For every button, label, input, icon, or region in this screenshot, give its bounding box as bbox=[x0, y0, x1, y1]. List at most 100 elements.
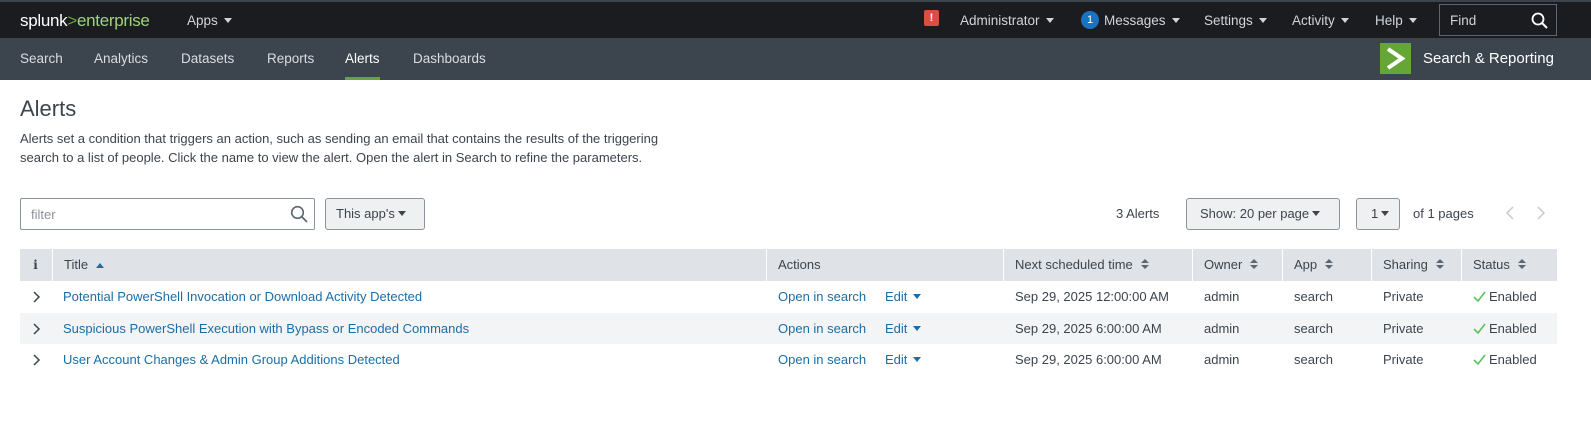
sharing-value: Private bbox=[1383, 352, 1424, 367]
messages-count-badge: 1 bbox=[1081, 11, 1099, 29]
next-time-column-header[interactable]: Next scheduled time bbox=[1003, 249, 1192, 281]
search-icon[interactable] bbox=[1531, 12, 1548, 34]
chevron-right-icon[interactable] bbox=[29, 353, 43, 367]
alert-title-link[interactable]: User Account Changes & Admin Group Addit… bbox=[63, 344, 400, 375]
title-column-label: Title bbox=[64, 257, 89, 272]
app-column-label: App bbox=[1294, 257, 1318, 272]
sharing-column-label: Sharing bbox=[1383, 257, 1428, 272]
caret-down-icon bbox=[1258, 17, 1267, 23]
next-scheduled-time: Sep 29, 2025 12:00:00 AM bbox=[1015, 289, 1169, 304]
page-select-value: 1 bbox=[1371, 206, 1379, 221]
page-count-label: of 1 pages bbox=[1413, 206, 1474, 221]
open-in-search-link[interactable]: Open in search bbox=[778, 313, 866, 344]
next-scheduled-time: Sep 29, 2025 6:00:00 AM bbox=[1015, 321, 1162, 336]
tab-reports[interactable]: Reports bbox=[267, 38, 314, 80]
alert-badge-icon[interactable]: ! bbox=[924, 10, 939, 26]
title-column-header[interactable]: Title bbox=[52, 249, 766, 281]
tab-alerts[interactable]: Alerts bbox=[345, 38, 380, 80]
tab-datasets[interactable]: Datasets bbox=[181, 38, 234, 80]
alert-title-link[interactable]: Potential PowerShell Invocation or Downl… bbox=[63, 281, 422, 312]
page-description-line: search to a list of people. Click the na… bbox=[20, 150, 643, 165]
app-filter-dropdown[interactable]: This app's bbox=[325, 198, 425, 230]
edit-dropdown[interactable]: Edit bbox=[885, 344, 922, 375]
caret-down-icon bbox=[1171, 17, 1180, 23]
table-row: Suspicious PowerShell Execution with Byp… bbox=[20, 313, 1557, 344]
activity-menu[interactable]: Activity bbox=[1292, 2, 1349, 38]
app-value: search bbox=[1294, 289, 1334, 304]
splunk-logo[interactable]: splunk>enterprise bbox=[20, 11, 150, 31]
app-logo-icon[interactable] bbox=[1380, 43, 1411, 74]
edit-dropdown[interactable]: Edit bbox=[885, 281, 922, 312]
per-page-label: Show: 20 per page bbox=[1200, 206, 1310, 221]
open-in-search-link[interactable]: Open in search bbox=[778, 344, 866, 375]
settings-menu[interactable]: Settings bbox=[1204, 2, 1267, 38]
status-label: Enabled bbox=[1489, 321, 1537, 336]
check-icon bbox=[1473, 282, 1486, 313]
administrator-label: Administrator bbox=[960, 12, 1040, 28]
edit-label: Edit bbox=[885, 352, 908, 367]
status-value: Enabled bbox=[1473, 313, 1537, 344]
sort-icon bbox=[1140, 250, 1149, 282]
status-column-header[interactable]: Status bbox=[1461, 249, 1557, 281]
messages-label: Messages bbox=[1104, 12, 1166, 28]
alert-count: 3 Alerts bbox=[1116, 206, 1160, 221]
open-in-search-link[interactable]: Open in search bbox=[778, 281, 866, 312]
chevron-right-icon[interactable] bbox=[1536, 203, 1546, 227]
administrator-menu[interactable]: Administrator bbox=[960, 2, 1054, 38]
caret-down-icon bbox=[1408, 17, 1417, 23]
alert-title-link[interactable]: Suspicious PowerShell Execution with Byp… bbox=[63, 313, 469, 344]
page-description: Alerts set a condition that triggers an … bbox=[20, 129, 720, 167]
logo-separator: > bbox=[67, 11, 77, 30]
sharing-column-header[interactable]: Sharing bbox=[1371, 249, 1461, 281]
caret-down-icon bbox=[913, 326, 922, 331]
tab-analytics[interactable]: Analytics bbox=[94, 38, 148, 80]
status-label: Enabled bbox=[1489, 289, 1537, 304]
table-row: Potential PowerShell Invocation or Downl… bbox=[20, 281, 1557, 312]
caret-down-icon bbox=[913, 294, 922, 299]
page-description-line: Alerts set a condition that triggers an … bbox=[20, 131, 659, 146]
find-box bbox=[1439, 4, 1557, 36]
app-name[interactable]: Search & Reporting bbox=[1423, 38, 1554, 80]
caret-down-icon bbox=[223, 17, 232, 23]
caret-down-icon bbox=[913, 357, 922, 362]
help-menu[interactable]: Help bbox=[1375, 2, 1417, 38]
owner-column-header[interactable]: Owner bbox=[1192, 249, 1282, 281]
caret-down-icon bbox=[397, 211, 406, 216]
chevron-right-icon[interactable] bbox=[29, 290, 43, 304]
check-icon bbox=[1473, 345, 1486, 376]
sharing-value: Private bbox=[1383, 289, 1424, 304]
actions-column-header: Actions bbox=[766, 249, 1003, 281]
tab-dashboards[interactable]: Dashboards bbox=[413, 38, 486, 80]
owner-value: admin bbox=[1204, 321, 1240, 336]
filter-input[interactable] bbox=[21, 199, 281, 229]
sort-icon bbox=[1250, 250, 1259, 282]
chevron-left-icon[interactable] bbox=[1505, 203, 1515, 227]
tab-search[interactable]: Search bbox=[20, 38, 63, 80]
page-select-dropdown[interactable]: 1 bbox=[1356, 198, 1400, 230]
status-value: Enabled bbox=[1473, 344, 1537, 375]
apps-menu-label: Apps bbox=[187, 12, 218, 28]
app-column-header[interactable]: App bbox=[1282, 249, 1371, 281]
sort-icon bbox=[1517, 250, 1526, 282]
settings-label: Settings bbox=[1204, 12, 1253, 28]
next-time-column-label: Next scheduled time bbox=[1015, 257, 1133, 272]
next-scheduled-time: Sep 29, 2025 6:00:00 AM bbox=[1015, 352, 1162, 367]
app-bar: Search Analytics Datasets Reports Alerts… bbox=[0, 38, 1591, 80]
owner-column-label: Owner bbox=[1204, 257, 1243, 272]
caret-down-icon bbox=[1340, 17, 1349, 23]
edit-label: Edit bbox=[885, 321, 908, 336]
logo-sub-text: enterprise bbox=[76, 11, 150, 30]
info-column-header[interactable]: i bbox=[20, 249, 51, 281]
edit-dropdown[interactable]: Edit bbox=[885, 313, 922, 344]
apps-menu[interactable]: Apps bbox=[187, 2, 232, 38]
activity-label: Activity bbox=[1292, 12, 1335, 28]
status-value: Enabled bbox=[1473, 281, 1537, 312]
caret-down-icon bbox=[1045, 17, 1054, 23]
filter-box bbox=[20, 198, 315, 230]
app-filter-label: This app's bbox=[336, 206, 395, 221]
messages-menu[interactable]: 1 Messages bbox=[1081, 2, 1180, 38]
caret-down-icon bbox=[1312, 211, 1321, 216]
chevron-right-icon[interactable] bbox=[29, 322, 43, 336]
find-input[interactable] bbox=[1440, 5, 1530, 35]
per-page-dropdown[interactable]: Show: 20 per page bbox=[1186, 198, 1340, 230]
